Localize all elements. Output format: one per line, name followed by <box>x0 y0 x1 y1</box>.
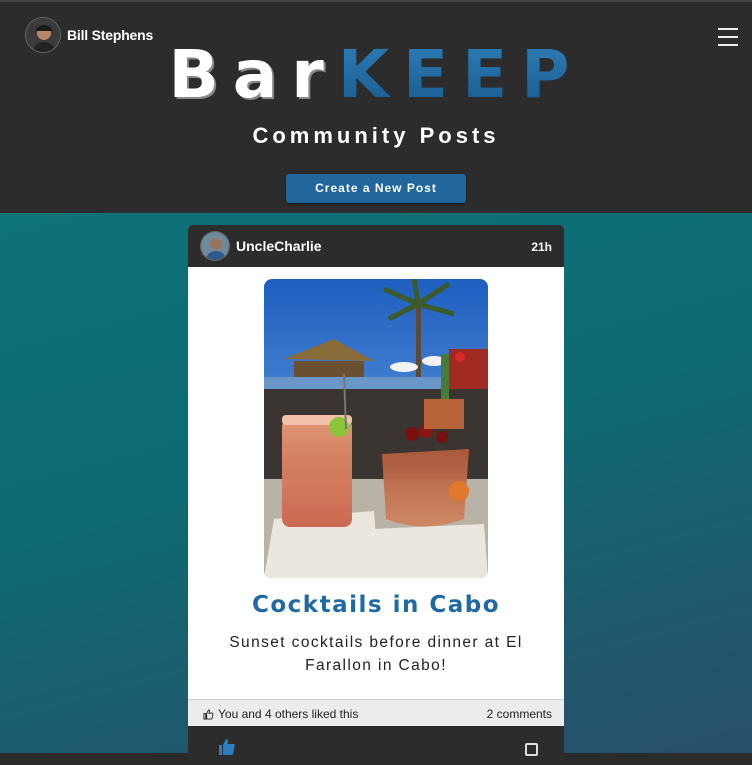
post-author-avatar[interactable] <box>200 231 230 261</box>
post-card: UncleCharlie 21h Cocktails in Cabo Sunse… <box>188 225 564 765</box>
app-header: Bill Stephens BarKEEP Community Posts Cr… <box>0 0 752 213</box>
post-stats: You and 4 others liked this 2 comments <box>188 699 564 726</box>
thumbs-up-icon[interactable] <box>218 738 236 756</box>
post-photo[interactable] <box>264 279 488 578</box>
logo-text-bar: Bar <box>168 36 338 113</box>
create-post-button[interactable]: Create a New Post <box>286 174 466 203</box>
post-header: UncleCharlie 21h <box>188 225 564 267</box>
comment-icon[interactable] <box>525 743 538 756</box>
post-title[interactable]: Cocktails in Cabo <box>188 592 564 618</box>
post-author[interactable]: UncleCharlie <box>236 238 322 254</box>
post-body: Sunset cocktails before dinner at El Far… <box>229 634 523 674</box>
post-timestamp: 21h <box>531 240 552 254</box>
page-title: Community Posts <box>252 123 500 148</box>
thumbs-up-icon <box>203 708 214 720</box>
logo-text-keep: KEEP <box>337 36 584 113</box>
likes-summary[interactable]: You and 4 others liked this <box>203 707 358 721</box>
app-logo: BarKEEP <box>0 32 752 118</box>
post-actions <box>188 726 564 765</box>
posts-feed[interactable]: UncleCharlie 21h Cocktails in Cabo Sunse… <box>0 213 752 765</box>
comments-count[interactable]: 2 comments <box>487 707 552 721</box>
likes-text: You and 4 others liked this <box>218 707 359 721</box>
